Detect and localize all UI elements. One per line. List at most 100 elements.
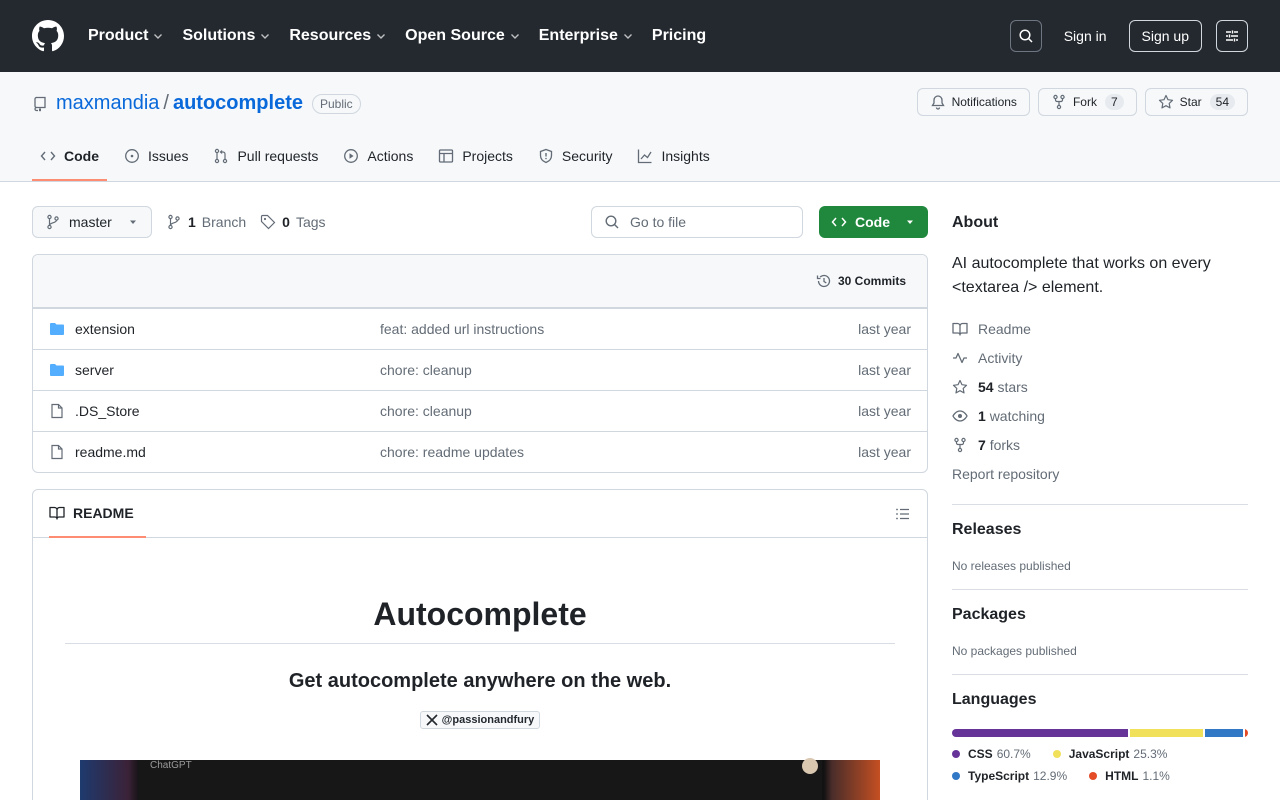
go-to-file-input[interactable]: Go to file bbox=[591, 206, 803, 238]
chevron-down-icon bbox=[377, 34, 386, 39]
code-dropdown-button[interactable]: Code bbox=[819, 206, 928, 238]
table-icon bbox=[439, 149, 454, 163]
language-bar-segment bbox=[1130, 729, 1204, 737]
packages-heading[interactable]: Packages bbox=[952, 606, 1248, 624]
tags-link[interactable]: 0 Tags bbox=[260, 214, 326, 230]
language-name: HTML bbox=[1105, 769, 1139, 783]
branch-name: master bbox=[69, 214, 112, 230]
report-repository-link[interactable]: Report repository bbox=[952, 459, 1248, 488]
language-item[interactable]: JavaScript 25.3% bbox=[1052, 747, 1167, 761]
repo-header: maxmandia / autocomplete Public Notifica… bbox=[0, 72, 1280, 182]
nav-product[interactable]: Product bbox=[88, 27, 164, 45]
folder-icon bbox=[50, 323, 64, 335]
nav-label: Pricing bbox=[651, 27, 707, 44]
language-bar bbox=[952, 729, 1248, 737]
nav-pricing[interactable]: Pricing bbox=[652, 27, 706, 45]
file-name[interactable]: readme.md bbox=[75, 444, 146, 460]
image-inner bbox=[138, 760, 822, 800]
file-row[interactable]: server chore: cleanup last year bbox=[33, 349, 927, 390]
tab-projects[interactable]: Projects bbox=[430, 133, 521, 181]
language-item[interactable]: TypeScript 12.9% bbox=[952, 769, 1067, 783]
repo-owner-link[interactable]: maxmandia bbox=[56, 92, 159, 115]
star-button[interactable]: Star 54 bbox=[1144, 88, 1248, 116]
nav-resources[interactable]: Resources bbox=[289, 27, 387, 45]
tab-issues[interactable]: Issues bbox=[116, 133, 196, 181]
eye-icon bbox=[952, 409, 968, 422]
chevron-down-icon bbox=[510, 34, 519, 39]
forks-link[interactable]: 7 forks bbox=[952, 430, 1248, 459]
file-name[interactable]: .DS_Store bbox=[75, 403, 140, 419]
language-item[interactable]: HTML 1.1% bbox=[1089, 769, 1170, 783]
code-icon bbox=[40, 151, 56, 161]
commits-link[interactable]: 30 Commits bbox=[838, 274, 906, 288]
releases-heading[interactable]: Releases bbox=[952, 521, 1248, 539]
language-name: CSS bbox=[968, 747, 993, 761]
stars-count: 54 bbox=[978, 378, 994, 395]
languages-heading: Languages bbox=[952, 691, 1037, 708]
menu-button[interactable] bbox=[1216, 20, 1248, 52]
notifications-label: Notifications bbox=[951, 95, 1017, 109]
language-bar-segment bbox=[1205, 729, 1243, 737]
x-logo-icon bbox=[426, 714, 438, 726]
file-row[interactable]: extension feat: added url instructions l… bbox=[33, 308, 927, 349]
branch-icon bbox=[168, 214, 180, 230]
search-button[interactable] bbox=[1009, 20, 1042, 52]
readme-link[interactable]: Readme bbox=[952, 314, 1248, 343]
tab-security[interactable]: Security bbox=[530, 133, 621, 181]
fork-button[interactable]: Fork 7 bbox=[1037, 88, 1137, 116]
tag-word: Tags bbox=[295, 214, 326, 230]
notifications-button[interactable]: Notifications bbox=[916, 88, 1030, 116]
language-name: TypeScript bbox=[968, 769, 1030, 783]
divider bbox=[952, 504, 1248, 505]
nav-solutions[interactable]: Solutions bbox=[182, 27, 271, 45]
file-toolbar: master 1 Branch 0 Tags Go to file Code bbox=[32, 206, 928, 238]
branch-icon bbox=[47, 214, 59, 230]
github-logo-icon[interactable] bbox=[32, 20, 64, 52]
repo-name-link[interactable]: autocomplete bbox=[173, 92, 303, 115]
branches-link[interactable]: 1 Branch bbox=[166, 214, 246, 230]
folder-icon bbox=[50, 364, 64, 376]
stars-link[interactable]: 54 stars bbox=[952, 372, 1248, 401]
global-header: Product Solutions Resources Open Source … bbox=[0, 0, 1280, 72]
tab-code[interactable]: Code bbox=[32, 133, 107, 181]
twitter-badge[interactable]: @passionandfury bbox=[419, 711, 541, 729]
tab-insights[interactable]: Insights bbox=[629, 133, 717, 181]
readme-tab-label: README bbox=[73, 504, 134, 521]
code-button-label: Code bbox=[855, 214, 890, 230]
commit-message[interactable]: feat: added url instructions bbox=[380, 321, 858, 337]
nav-label: Open Source bbox=[405, 27, 505, 44]
readme-box: README Autocomplete Get autocomplete any… bbox=[32, 489, 928, 800]
fork-icon bbox=[1053, 94, 1065, 110]
commit-message[interactable]: chore: cleanup bbox=[380, 362, 858, 378]
watching-link[interactable]: 1 watching bbox=[952, 401, 1248, 430]
pulse-icon bbox=[953, 352, 967, 363]
tab-pull-requests[interactable]: Pull requests bbox=[205, 133, 326, 181]
file-row[interactable]: .DS_Store chore: cleanup last year bbox=[33, 390, 927, 431]
readme-title: Autocomplete bbox=[65, 596, 895, 644]
file-name[interactable]: server bbox=[75, 362, 114, 378]
file-row[interactable]: readme.md chore: readme updates last yea… bbox=[33, 431, 927, 472]
watching-word: watching bbox=[989, 407, 1045, 424]
nav-open-source[interactable]: Open Source bbox=[405, 27, 521, 45]
sign-in-link[interactable]: Sign in bbox=[1064, 28, 1107, 44]
list-icon[interactable] bbox=[895, 506, 911, 522]
forks-word: forks bbox=[989, 436, 1021, 453]
branch-selector[interactable]: master bbox=[32, 206, 152, 238]
repo-title: maxmandia / autocomplete Public bbox=[32, 92, 361, 115]
star-icon bbox=[952, 379, 968, 393]
file-name[interactable]: extension bbox=[75, 321, 135, 337]
history-icon bbox=[816, 274, 831, 288]
tab-actions[interactable]: Actions bbox=[335, 133, 421, 181]
commit-time: last year bbox=[858, 444, 911, 460]
book-icon bbox=[49, 506, 65, 520]
sign-up-button[interactable]: Sign up bbox=[1128, 20, 1202, 52]
activity-link[interactable]: Activity bbox=[952, 343, 1248, 372]
caret-down-icon bbox=[907, 220, 913, 224]
nav-label: Resources bbox=[289, 27, 372, 44]
readme-tab[interactable]: README bbox=[49, 490, 146, 538]
stars-word: stars bbox=[997, 378, 1028, 395]
nav-enterprise[interactable]: Enterprise bbox=[539, 27, 634, 45]
commit-message[interactable]: chore: readme updates bbox=[380, 444, 858, 460]
commit-message[interactable]: chore: cleanup bbox=[380, 403, 858, 419]
language-item[interactable]: CSS 60.7% bbox=[952, 747, 1031, 761]
